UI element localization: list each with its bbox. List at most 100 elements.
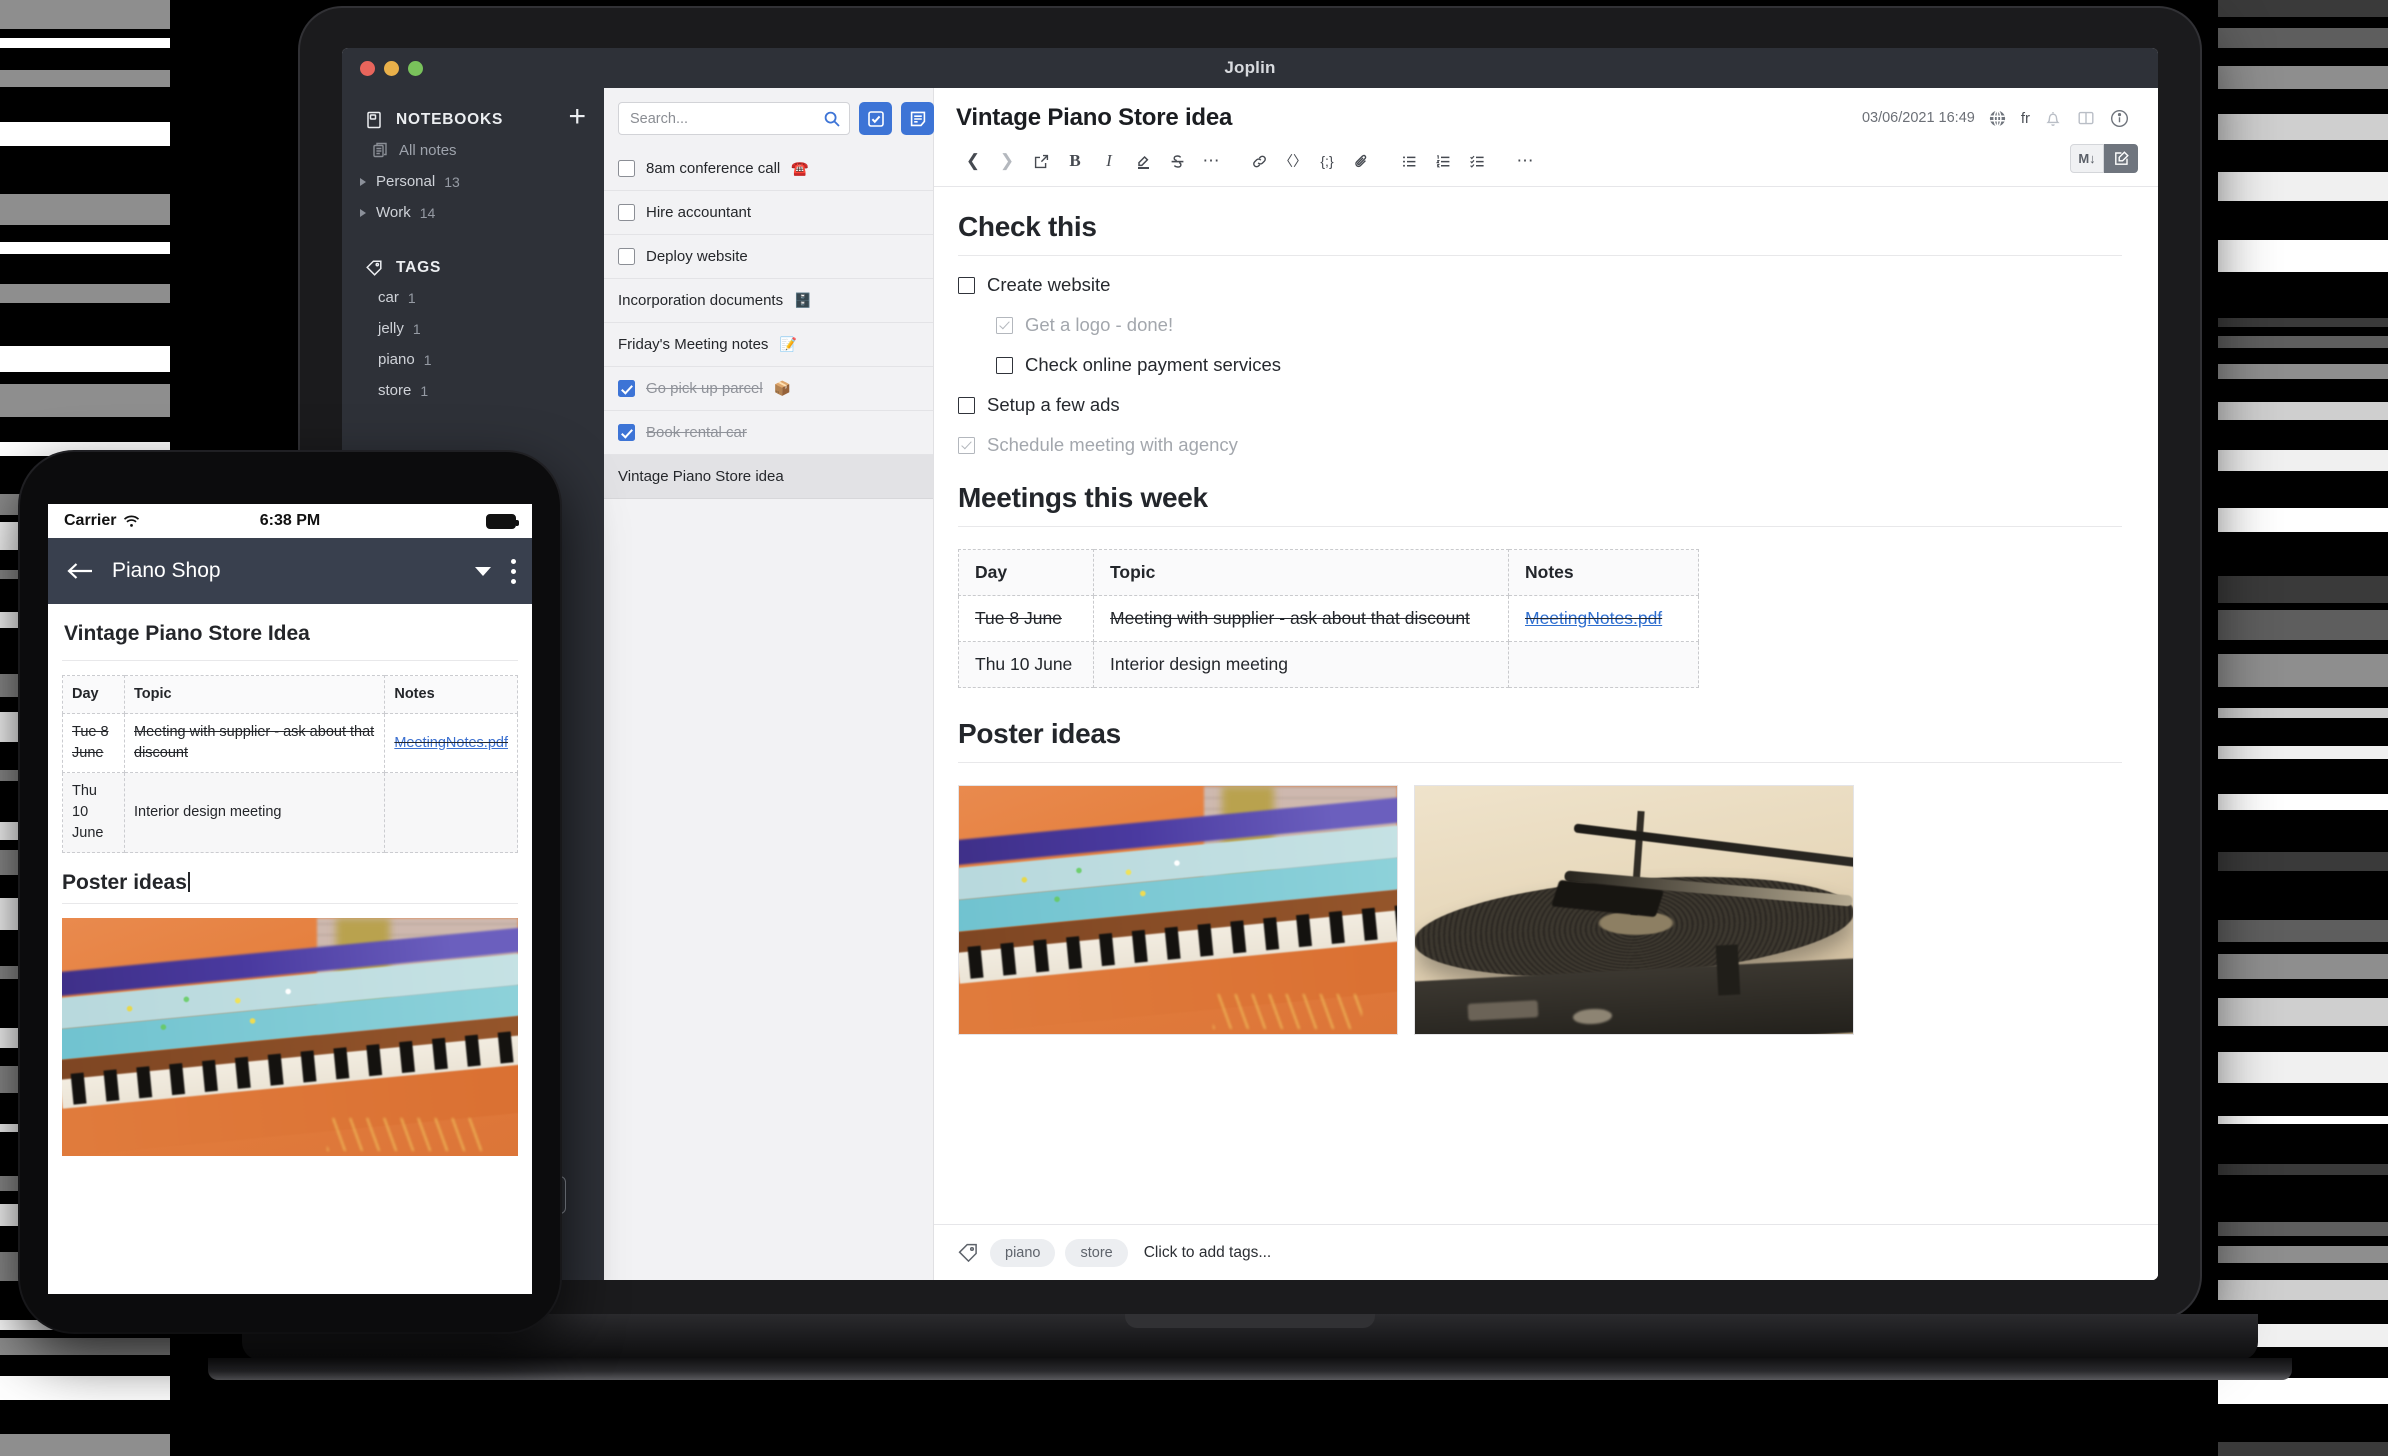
add-tags-hint[interactable]: Click to add tags... [1144,1244,1272,1262]
note-header: Vintage Piano Store idea 03/06/2021 16:4… [934,88,2158,142]
table-header-notes: Notes [1509,550,1699,596]
list-item[interactable]: Hire accountant [604,191,933,235]
note-editor-panel: Vintage Piano Store idea 03/06/2021 16:4… [934,88,2158,1280]
list-item[interactable]: Book rental car [604,411,933,455]
alarm-bell-icon[interactable] [2043,108,2063,128]
note-todo-item[interactable]: Check online payment services [996,354,2122,376]
tag-label: piano [378,351,415,368]
tag-count: 1 [408,290,416,306]
add-notebook-button[interactable]: + [568,106,586,128]
laptop-notch [1125,1314,1375,1328]
table-cell-notes: MeetingNotes.pdf [1509,596,1699,642]
meeting-notes-link[interactable]: MeetingNotes.pdf [1525,608,1662,628]
checkbox-unchecked-icon[interactable] [996,357,1013,374]
sidebar-tag-piano[interactable]: piano 1 [342,344,604,375]
back-arrow-icon[interactable]: ❮ [956,146,990,176]
notebook-icon [364,110,384,130]
rich-text-editor-button[interactable] [2104,144,2138,173]
note-todo-item[interactable]: Schedule meeting with agency [958,434,2122,456]
toolbar-separator [1228,146,1242,176]
turntable-photo[interactable] [1414,785,1854,1035]
checkbox-checked-icon[interactable] [996,317,1013,334]
note-list-header [604,88,933,147]
list-item[interactable]: Go pick up parcel 📦 [604,367,933,411]
todo-checkbox[interactable] [618,424,635,441]
phone-note-body[interactable]: Vintage Piano Store Idea Day Topic Notes… [48,604,532,1294]
italic-icon[interactable]: I [1092,146,1126,176]
phone-piano-photo[interactable] [62,918,518,1156]
list-item-selected[interactable]: Vintage Piano Store idea [604,455,933,499]
phone-time: 6:38 PM [64,512,516,530]
note-title: Hire accountant [646,204,751,221]
markdown-view-button[interactable]: M↓ [2070,144,2104,173]
note-todo-item[interactable]: Setup a few ads [958,394,2122,416]
todo-checkbox[interactable] [618,160,635,177]
note-tag-bar[interactable]: piano store Click to add tags... [934,1224,2158,1280]
split-layout-icon[interactable] [2076,108,2096,128]
table-header-topic: Topic [1094,550,1509,596]
sidebar-item-work[interactable]: Work 14 [342,197,604,228]
list-item[interactable]: 8am conference call ☎️ [604,147,933,191]
todo-checkbox[interactable] [618,380,635,397]
note-title-field[interactable]: Vintage Piano Store idea [956,104,1850,132]
checkbox-checked-icon[interactable] [958,437,975,454]
background-stripes-right [2218,0,2388,1456]
note-todo-label: Create website [987,274,1110,296]
highlight-icon[interactable] [1126,146,1160,176]
note-tag[interactable]: piano [990,1239,1055,1267]
sidebar-tag-jelly[interactable]: jelly 1 [342,313,604,344]
more-icon[interactable]: ⋯ [1508,146,1542,176]
list-item[interactable]: Incorporation documents 🗄️ [604,279,933,323]
sidebar-item-personal[interactable]: Personal 13 [342,166,604,197]
note-todo-item[interactable]: Get a logo - done! [996,314,2122,336]
more-format-icon[interactable]: ⋯ [1194,146,1228,176]
tag-count: 1 [424,352,432,368]
checkbox-list-icon[interactable] [1460,146,1494,176]
todo-checkbox[interactable] [618,204,635,221]
kebab-menu-icon[interactable] [511,559,516,584]
attachment-icon[interactable] [1344,146,1378,176]
external-link-icon[interactable] [1024,146,1058,176]
sidebar-tag-store[interactable]: store 1 [342,375,604,406]
note-title: Vintage Piano Store idea [618,468,784,485]
sidebar-item-all-notes[interactable]: All notes [342,134,604,166]
back-arrow-icon[interactable] [66,560,94,582]
list-item[interactable]: Deploy website [604,235,933,279]
strikethrough-icon[interactable] [1160,146,1194,176]
photo-layer [327,1118,482,1151]
globe-icon[interactable] [1987,108,2008,129]
list-item[interactable]: Friday's Meeting notes 📝 [604,323,933,367]
bulleted-list-icon[interactable] [1392,146,1426,176]
sidebar-tag-car[interactable]: car 1 [342,282,604,313]
search-input[interactable] [630,111,817,127]
info-icon[interactable] [2109,108,2130,129]
chevron-down-icon[interactable] [473,564,493,578]
note-tag[interactable]: store [1065,1239,1127,1267]
meeting-notes-link[interactable]: MeetingNotes.pdf [394,735,508,751]
chevron-right-icon[interactable] [360,209,366,217]
bold-icon[interactable]: B [1058,146,1092,176]
checkbox-unchecked-icon[interactable] [958,277,975,294]
todo-checkbox[interactable] [618,248,635,265]
new-todo-button[interactable] [859,102,892,135]
piano-photo[interactable] [958,785,1398,1035]
numbered-list-icon[interactable] [1426,146,1460,176]
inline-code-icon[interactable]: 〈〉 [1276,146,1310,176]
note-todo-item[interactable]: Create website [958,274,2122,296]
link-icon[interactable] [1242,146,1276,176]
search-icon[interactable] [823,110,841,128]
table-cell-topic: Meeting with supplier - ask about that d… [125,714,385,773]
chevron-right-icon[interactable] [360,178,366,186]
phone-status-inner: Carrier 6:38 PM [64,512,516,530]
checkbox-unchecked-icon[interactable] [958,397,975,414]
table-header-row: Day Topic Notes [63,676,518,714]
screenshot-stage: Joplin + NOTEBOOKS [0,0,2388,1456]
new-note-button[interactable] [901,102,934,135]
tag-icon [956,1241,980,1265]
forward-arrow-icon[interactable]: ❯ [990,146,1024,176]
code-block-icon[interactable]: {;} [1310,146,1344,176]
note-content[interactable]: Check this Create website Get a logo - d… [934,187,2158,1280]
app-title: Joplin [342,58,2158,78]
search-box[interactable] [618,102,850,135]
note-emoji: 📝 [779,336,796,353]
